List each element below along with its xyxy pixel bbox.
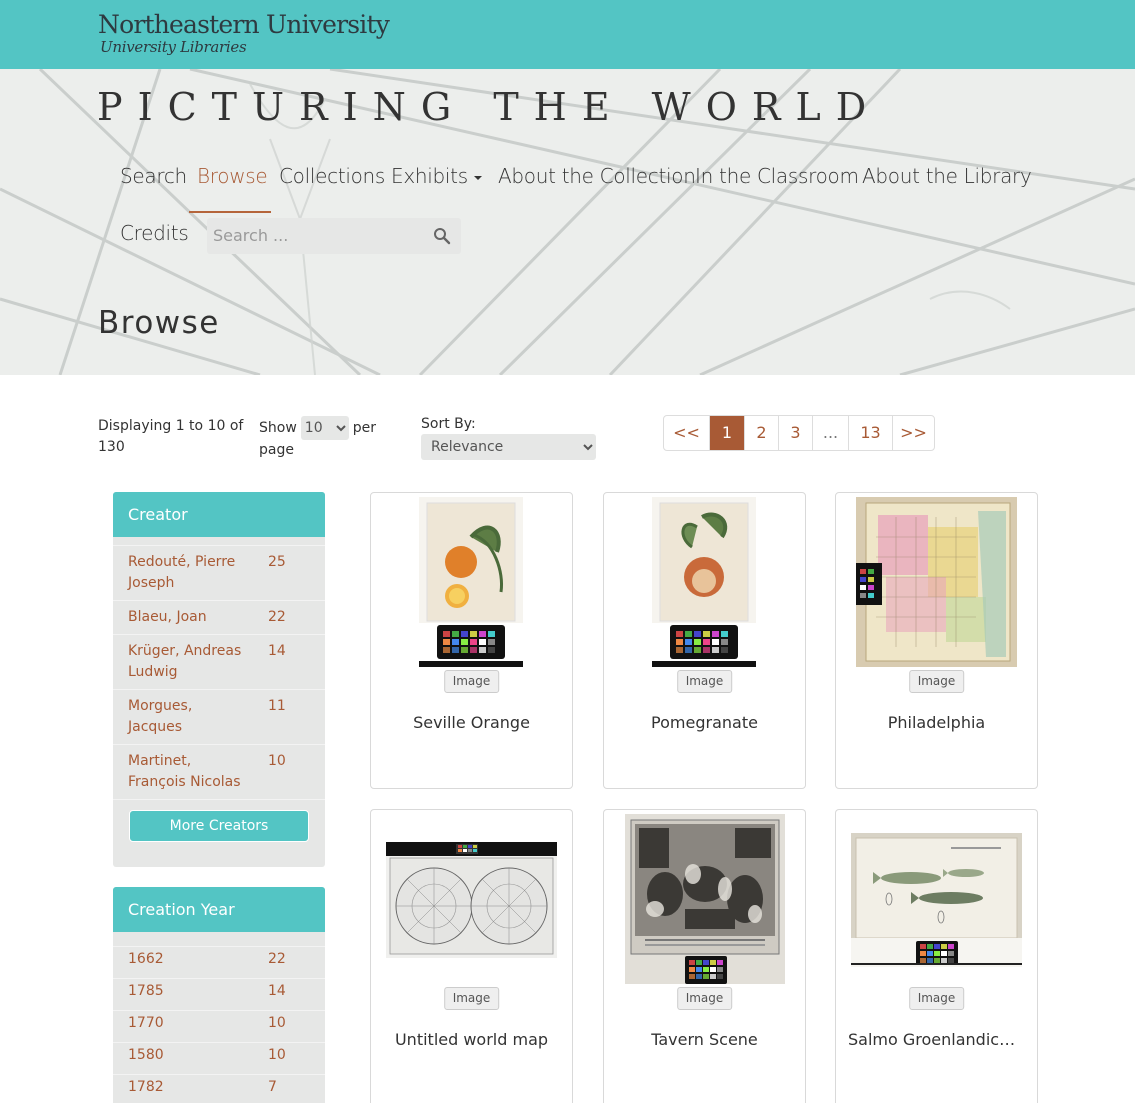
result-thumbnail[interactable] [856,497,1017,667]
result-card[interactable]: Image Pomegranate [603,492,806,789]
result-title[interactable]: Tavern Scene [604,1030,805,1049]
facet-item-label[interactable]: 1770 [128,1013,248,1034]
facet-item-label[interactable]: 1782 [128,1077,248,1098]
title-underline [189,211,271,213]
page-3-button[interactable]: 3 [778,416,812,450]
facet-item[interactable]: 1662 22 [113,946,325,978]
facet-item-count: 11 [268,698,286,714]
per-page-select[interactable]: 10 [300,416,349,440]
site-title[interactable]: PICTURING THE WORLD [97,85,881,129]
facet-item[interactable]: 1770 10 [113,1010,325,1042]
facet-item[interactable]: Martinet, François Nicolas 10 [113,744,325,799]
type-badge: Image [443,987,500,1010]
nav-search[interactable]: Search [120,164,187,188]
result-thumbnail[interactable] [386,842,557,958]
type-badge: Image [676,670,733,693]
site-search [207,218,461,254]
facet-item[interactable]: 1785 14 [113,978,325,1010]
show-label: Show [259,420,297,436]
result-title[interactable]: Seville Orange [371,713,572,732]
page-2-button[interactable]: 2 [744,416,778,450]
creator-facet: Creator Redouté, Pierre Joseph 25 Blaeu,… [113,492,325,867]
facet-item-label[interactable]: Blaeu, Joan [128,607,248,628]
page-1-button[interactable]: 1 [709,416,744,450]
search-icon[interactable] [433,227,451,245]
sort-select[interactable]: Relevance [421,434,596,460]
creation-year-facet: Creation Year 1662 22 1785 14 1770 10 15… [113,887,325,1103]
result-thumbnail[interactable] [851,833,1022,967]
result-thumbnail[interactable] [625,814,785,984]
result-thumbnail[interactable] [652,497,756,667]
university-logo[interactable]: Northeastern University University Libra… [98,10,390,56]
university-header: Northeastern University University Libra… [0,0,1135,69]
creator-facet-title[interactable]: Creator [113,492,325,537]
libraries-name: University Libraries [100,38,247,56]
facet-item-count: 22 [268,609,286,625]
result-card[interactable]: Image Seville Orange [370,492,573,789]
nav-about-collection[interactable]: About the Collection [498,164,696,188]
sort-control: Sort By: Relevance [421,416,596,460]
type-badge: Image [676,987,733,1010]
facet-item-count: 10 [268,753,286,769]
facet-item-count: 14 [268,643,286,659]
facet-item-label[interactable]: Krüger, Andreas Ludwig [128,641,248,683]
facet-item-label[interactable]: 1785 [128,981,248,1002]
more-creators-button[interactable]: More Creators [129,810,309,842]
type-badge: Image [443,670,500,693]
result-thumbnail[interactable] [419,497,523,667]
type-badge: Image [908,670,965,693]
nav-browse[interactable]: Browse [197,164,268,188]
nav-credits[interactable]: Credits [120,221,189,245]
university-name: Northeastern University [98,10,390,39]
facet-item[interactable]: Krüger, Andreas Ludwig 14 [113,634,325,689]
facet-item[interactable]: 1782 7 [113,1074,325,1103]
facet-item-count: 10 [268,1015,286,1031]
facet-item-count: 10 [268,1047,286,1063]
page-last-button[interactable]: >> [892,416,934,450]
facet-item-label[interactable]: Morgues, Jacques [128,696,248,738]
facet-item-label[interactable]: Martinet, François Nicolas [128,751,248,793]
result-title[interactable]: Salmo Groenlandicus; ... [836,1030,1037,1049]
page-ellipsis: ... [812,416,848,450]
result-card[interactable]: Image Untitled world map [370,809,573,1103]
pagination: << 1 2 3 ... 13 >> [663,415,935,451]
facet-item[interactable]: Blaeu, Joan 22 [113,600,325,634]
result-card[interactable]: Image Tavern Scene [603,809,806,1103]
nav-about-library[interactable]: About the Library [862,164,1032,188]
facet-item-count: 22 [268,951,286,967]
creation-year-facet-title[interactable]: Creation Year [113,887,325,932]
facet-item-label[interactable]: 1662 [128,949,248,970]
facet-item-label[interactable]: 1580 [128,1045,248,1066]
facet-item-count: 7 [268,1079,277,1095]
facet-item[interactable]: Redouté, Pierre Joseph 25 [113,545,325,600]
sort-label: Sort By: [421,416,476,432]
nav-exhibits[interactable]: Exhibits [391,164,482,188]
facet-item-label[interactable]: Redouté, Pierre Joseph [128,552,248,594]
page-first-button[interactable]: << [664,416,709,450]
page-13-button[interactable]: 13 [848,416,892,450]
result-title[interactable]: Untitled world map [371,1030,572,1049]
page-title: Browse [98,305,220,341]
result-card[interactable]: Image Philadelphia [835,492,1038,789]
facet-item-count: 14 [268,983,286,999]
result-title[interactable]: Pomegranate [604,713,805,732]
search-input[interactable] [207,218,417,253]
nav-classroom[interactable]: In the Classroom [695,164,859,188]
facet-item[interactable]: 1580 10 [113,1042,325,1074]
type-badge: Image [908,987,965,1010]
dropdown-caret-icon [473,175,482,180]
result-title[interactable]: Philadelphia [836,713,1037,732]
hero-banner: PICTURING THE WORLD Search Browse Collec… [0,69,1135,375]
nav-collections[interactable]: Collections [279,164,385,188]
per-page-control: Show 10 per page [259,416,389,461]
facet-item-count: 25 [268,554,286,570]
nav-exhibits-label: Exhibits [391,164,468,188]
results-count: Displaying 1 to 10 of 130 [98,418,244,455]
result-card[interactable]: Image Salmo Groenlandicus; ... [835,809,1038,1103]
facet-item[interactable]: Morgues, Jacques 11 [113,689,325,744]
